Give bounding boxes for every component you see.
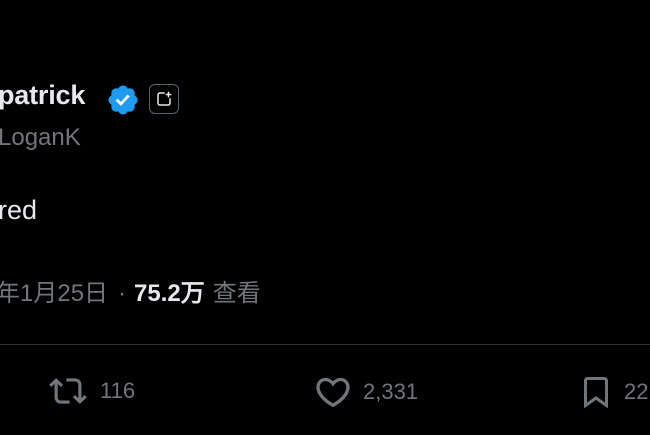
tweet-text: red xyxy=(0,195,38,225)
tweet-meta: 年1月25日 · 75.2万 查看 xyxy=(0,273,261,308)
like-button[interactable]: 2,331 xyxy=(313,372,418,412)
retweet-button[interactable]: 116 xyxy=(46,372,135,410)
divider xyxy=(0,344,650,345)
subscribe-button[interactable] xyxy=(149,84,179,114)
retweet-icon xyxy=(49,378,87,404)
subscribe-icon xyxy=(157,91,172,106)
author-name[interactable]: patrick xyxy=(0,80,85,111)
meta-separator: · xyxy=(118,280,127,307)
heart-icon xyxy=(316,377,350,408)
bookmark-button[interactable]: 22 xyxy=(578,372,648,412)
view-count: 75.2万 xyxy=(134,280,205,307)
like-count: 2,331 xyxy=(363,379,419,404)
views-label: 查看 xyxy=(212,280,261,307)
verified-badge-icon[interactable] xyxy=(106,83,140,117)
bookmark-count: 22 xyxy=(624,379,649,404)
tweet-date[interactable]: 年1月25日 xyxy=(0,273,108,308)
retweet-count: 116 xyxy=(100,378,136,403)
bookmark-icon xyxy=(584,377,608,409)
author-handle[interactable]: LoganK xyxy=(0,124,81,152)
